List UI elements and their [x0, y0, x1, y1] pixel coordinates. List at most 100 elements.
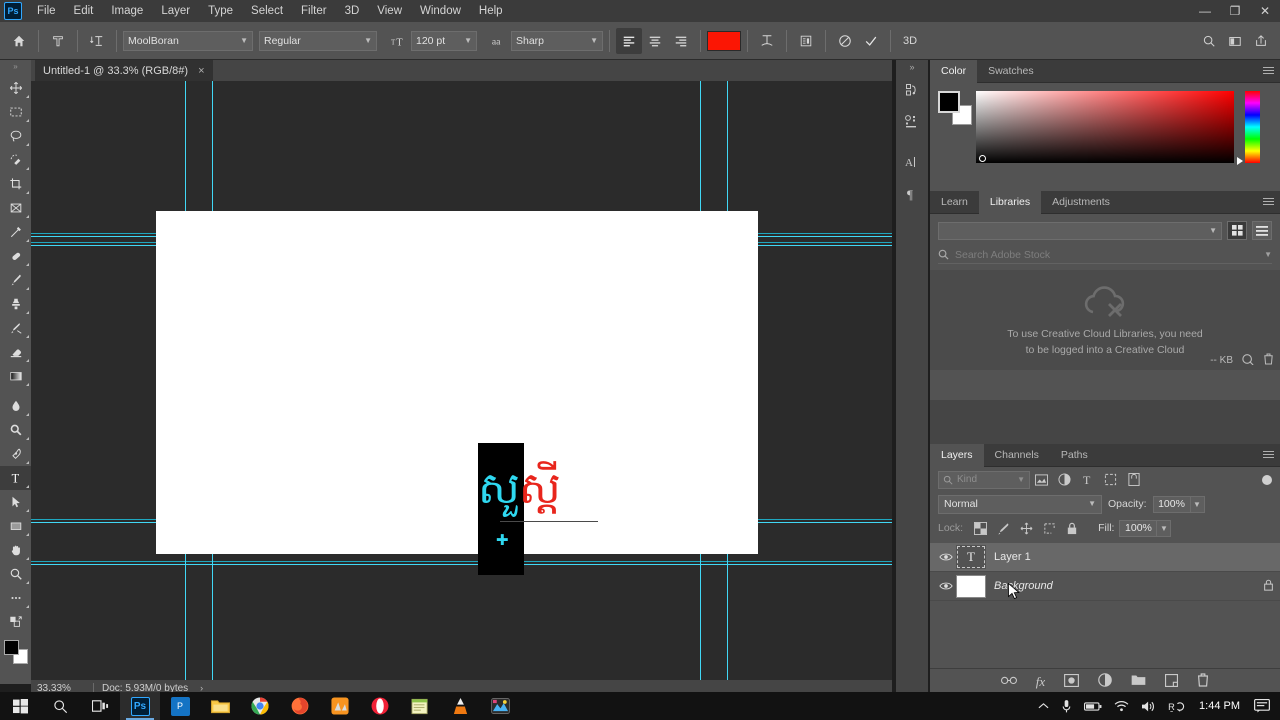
frame-tool[interactable] [0, 196, 31, 220]
dodge-tool[interactable] [0, 418, 31, 442]
path-selection-tool[interactable] [0, 490, 31, 514]
restore-icon[interactable]: ❐ [1220, 0, 1250, 22]
dock-collapse-handle[interactable]: » [896, 60, 928, 74]
document-canvas[interactable]: សួស្ដី ✚ [156, 211, 758, 575]
text-color-swatch[interactable] [707, 30, 741, 51]
smart-object-filter-icon[interactable] [1122, 470, 1145, 490]
minimize-icon[interactable]: — [1190, 0, 1220, 22]
quick-selection-tool[interactable] [0, 148, 31, 172]
adjustment-filter-icon[interactable] [1053, 470, 1076, 490]
text-orientation-icon[interactable] [84, 28, 110, 54]
layer-thumbnail[interactable]: T [956, 545, 986, 569]
workspace-icon[interactable] [1222, 28, 1248, 54]
lock-all-icon[interactable] [1063, 519, 1081, 537]
tab-libraries[interactable]: Libraries [978, 190, 1042, 214]
lasso-tool[interactable] [0, 124, 31, 148]
layer-visibility-icon[interactable] [936, 552, 956, 562]
pen-tool[interactable] [0, 442, 31, 466]
gradient-tool[interactable] [0, 364, 31, 388]
character-panel-icon[interactable] [793, 28, 819, 54]
panel-menu-icon[interactable] [1263, 198, 1274, 207]
properties-icon[interactable] [896, 106, 928, 138]
color-ramp[interactable] [976, 91, 1234, 163]
notification-icon[interactable] [1248, 692, 1276, 720]
crop-tool[interactable] [0, 172, 31, 196]
fill-chevron-down-icon[interactable]: ▼ [1157, 519, 1172, 537]
type-tool[interactable]: T [0, 466, 31, 490]
blur-tool[interactable] [0, 394, 31, 418]
panel-menu-icon[interactable] [1263, 451, 1274, 460]
layer-thumbnail[interactable] [956, 574, 986, 598]
healing-brush-tool[interactable] [0, 244, 31, 268]
trash-icon[interactable] [1263, 353, 1274, 368]
taskbar-clock[interactable]: 1:44 PM [1191, 692, 1248, 720]
move-tool[interactable] [0, 76, 31, 100]
brush-tool[interactable] [0, 268, 31, 292]
input-method-icon[interactable]: Ṟ [1162, 692, 1191, 720]
menu-3d[interactable]: 3D [336, 0, 369, 22]
close-tab-icon[interactable]: × [198, 65, 204, 77]
menu-file[interactable]: File [28, 0, 65, 22]
menu-layer[interactable]: Layer [152, 0, 199, 22]
lock-position-icon[interactable] [1017, 519, 1035, 537]
opacity-value[interactable]: 100% [1152, 495, 1191, 513]
search-icon[interactable] [40, 692, 80, 720]
commit-icon[interactable] [858, 28, 884, 54]
search-adobe-stock-field[interactable]: Search Adobe Stock ▼ [938, 246, 1272, 264]
close-icon[interactable]: ✕ [1250, 0, 1280, 22]
blend-mode-select[interactable]: Normal ▼ [938, 494, 1102, 514]
align-right-icon[interactable] [668, 28, 694, 54]
foreground-color-swatch[interactable] [4, 640, 19, 655]
eraser-tool[interactable] [0, 340, 31, 364]
tab-paths[interactable]: Paths [1050, 444, 1099, 467]
color-swatches[interactable] [0, 638, 31, 668]
font-style-select[interactable]: Regular ▼ [259, 30, 377, 51]
menu-view[interactable]: View [368, 0, 411, 22]
type-tool-icon[interactable] [45, 28, 71, 54]
default-colors-icon[interactable] [0, 610, 31, 634]
filter-toggle-switch[interactable] [1262, 474, 1272, 485]
cancel-icon[interactable] [832, 28, 858, 54]
edit-toolbar-icon[interactable] [0, 586, 31, 610]
list-view-button[interactable] [1252, 221, 1272, 240]
tab-layers[interactable]: Layers [930, 443, 984, 467]
new-group-icon[interactable] [1131, 674, 1146, 689]
firefox-icon[interactable] [280, 692, 320, 720]
3d-button[interactable]: 3D [897, 28, 923, 54]
chevron-down-icon[interactable]: ▼ [1264, 250, 1272, 259]
panel-menu-icon[interactable] [1263, 67, 1274, 76]
notes-icon[interactable] [400, 692, 440, 720]
volume-icon[interactable] [1135, 692, 1162, 720]
align-left-icon[interactable] [616, 27, 642, 54]
canvas-area[interactable]: សួស្ដី ✚ [31, 81, 892, 684]
tab-adjustments[interactable]: Adjustments [1041, 191, 1121, 214]
type-filter-icon[interactable]: T [1076, 470, 1099, 490]
layer-style-icon[interactable]: fx [1036, 674, 1045, 690]
clone-stamp-tool[interactable] [0, 292, 31, 316]
wifi-icon[interactable] [1108, 692, 1135, 720]
library-select[interactable]: ▼ [938, 221, 1222, 240]
menu-image[interactable]: Image [102, 0, 152, 22]
table-row[interactable]: Background [930, 572, 1280, 601]
tab-swatches[interactable]: Swatches [977, 60, 1045, 83]
menu-type[interactable]: Type [199, 0, 242, 22]
opacity-chevron-down-icon[interactable]: ▼ [1190, 495, 1205, 513]
warp-text-icon[interactable] [754, 28, 780, 54]
color-panel-swatches[interactable] [938, 91, 972, 125]
hue-slider[interactable] [1237, 91, 1260, 165]
link-layers-icon[interactable] [1000, 676, 1017, 688]
shape-filter-icon[interactable] [1099, 470, 1122, 490]
lock-artboard-icon[interactable] [1040, 519, 1058, 537]
home-icon[interactable] [6, 28, 32, 54]
microphone-icon[interactable] [1055, 692, 1078, 720]
align-center-icon[interactable] [642, 28, 668, 54]
grid-view-button[interactable] [1227, 221, 1247, 240]
ps-secondary-icon[interactable]: P [160, 692, 200, 720]
orange-app-icon[interactable] [320, 692, 360, 720]
font-family-select[interactable]: MoolBoran ▼ [123, 30, 253, 51]
menu-edit[interactable]: Edit [65, 0, 103, 22]
photoshop-icon[interactable]: Ps [120, 692, 160, 720]
character-icon[interactable]: A [896, 146, 928, 178]
tab-color[interactable]: Color [930, 59, 978, 83]
eyedropper-tool[interactable] [0, 220, 31, 244]
